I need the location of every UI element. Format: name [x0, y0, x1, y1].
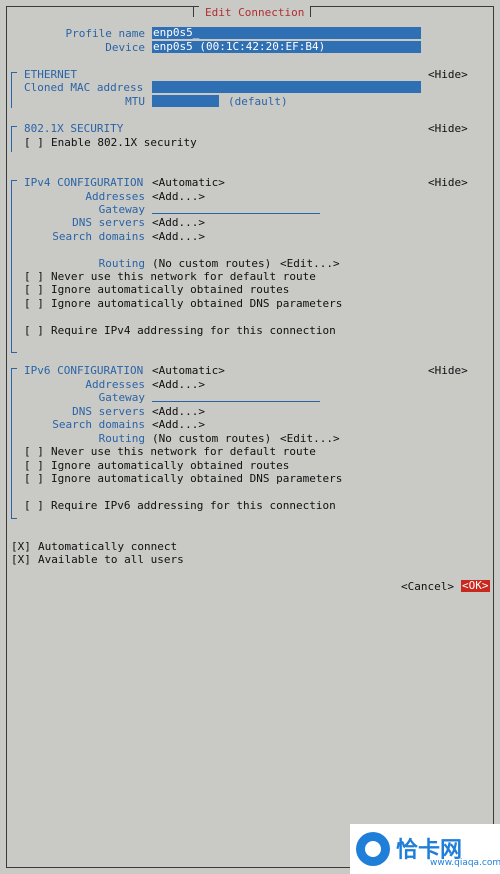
mtu-default-hint: (default) — [228, 95, 288, 108]
mtu-label: MTU — [125, 95, 145, 108]
ipv4-search-add-button[interactable]: <Add...> — [152, 230, 205, 243]
ipv6-ignore-dns-checkbox[interactable]: [ ] — [24, 472, 44, 485]
ipv4-addresses-label: Addresses — [85, 190, 145, 203]
device-input[interactable]: enp0s5 (00:1C:42:20:EF:B4) — [152, 41, 421, 53]
ipv6-ignore-routes-label: Ignore automatically obtained routes — [51, 459, 290, 472]
all-users-checkbox[interactable]: [X] — [11, 553, 31, 566]
ipv6-ignore-routes-checkbox[interactable]: [ ] — [24, 459, 44, 472]
ipv4-ignore-dns-checkbox[interactable]: [ ] — [24, 297, 44, 310]
ethernet-heading: ETHERNET — [24, 68, 77, 81]
ipv4-gateway-input[interactable] — [152, 213, 320, 214]
ipv4-ignore-routes-label: Ignore automatically obtained routes — [51, 283, 290, 296]
ipv4-search-label: Search domains — [52, 230, 145, 243]
ipv4-bracket-bottom — [11, 352, 17, 353]
auto-connect-checkbox[interactable]: [X] — [11, 540, 31, 553]
ipv6-require-checkbox[interactable]: [ ] — [24, 499, 44, 512]
ipv4-gateway-label: Gateway — [98, 203, 145, 216]
watermark-logo-icon — [356, 832, 390, 866]
title-divider-left — [193, 7, 194, 17]
profile-name-input[interactable]: enp0s5_ — [152, 27, 421, 39]
ipv4-never-default-label: Never use this network for default route — [51, 270, 316, 283]
cloned-mac-label: Cloned MAC address — [24, 81, 144, 94]
ipv6-mode-select[interactable]: <Automatic> — [152, 364, 225, 377]
ipv6-routing-label: Routing — [98, 432, 145, 445]
ipv4-ignore-routes-checkbox[interactable]: [ ] — [24, 283, 44, 296]
ipv6-require-label: Require IPv6 addressing for this connect… — [51, 499, 336, 512]
ipv4-dns-label: DNS servers — [72, 216, 145, 229]
ipv6-routing-edit-button[interactable]: <Edit...> — [280, 432, 340, 445]
profile-name-label: Profile name — [65, 27, 145, 40]
ipv4-ignore-dns-label: Ignore automatically obtained DNS parame… — [51, 297, 343, 310]
ipv4-never-default-checkbox[interactable]: [ ] — [24, 270, 44, 283]
ipv6-ignore-dns-label: Ignore automatically obtained DNS parame… — [51, 472, 343, 485]
ethernet-hide-button[interactable]: <Hide> — [428, 68, 468, 81]
ipv6-hide-button[interactable]: <Hide> — [428, 364, 468, 377]
device-label: Device — [105, 41, 145, 54]
ipv4-mode-select[interactable]: <Automatic> — [152, 176, 225, 189]
ipv4-require-label: Require IPv4 addressing for this connect… — [51, 324, 336, 337]
mtu-input[interactable] — [152, 95, 219, 107]
cancel-button[interactable]: <Cancel> — [401, 580, 454, 593]
ipv6-search-add-button[interactable]: <Add...> — [152, 418, 205, 431]
ipv4-addresses-add-button[interactable]: <Add...> — [152, 190, 205, 203]
title-divider-right — [310, 7, 311, 17]
watermark: 恰卡网 www.qiaqa.com — [350, 824, 500, 874]
dialog-title: Edit Connection — [199, 6, 311, 20]
security-heading: 802.1X SECURITY — [24, 122, 124, 135]
ok-button[interactable]: <OK> — [461, 580, 490, 592]
ipv6-search-label: Search domains — [52, 418, 145, 431]
ipv6-dns-add-button[interactable]: <Add...> — [152, 405, 205, 418]
ipv4-dns-add-button[interactable]: <Add...> — [152, 216, 205, 229]
ipv6-gateway-label: Gateway — [98, 391, 145, 404]
ipv6-routing-value: (No custom routes) — [152, 432, 272, 445]
ipv6-addresses-label: Addresses — [85, 378, 145, 391]
ipv6-gateway-input[interactable] — [152, 401, 320, 402]
security-hide-button[interactable]: <Hide> — [428, 122, 468, 135]
watermark-url: www.qiaqa.com — [430, 858, 500, 868]
ipv6-heading: IPv6 CONFIGURATION — [24, 364, 144, 377]
enable-8021x-checkbox[interactable]: [ ] — [24, 136, 44, 149]
enable-8021x-label: Enable 802.1X security — [51, 136, 197, 149]
ipv6-bracket-bottom — [11, 518, 17, 519]
ipv6-dns-label: DNS servers — [72, 405, 145, 418]
ipv4-hide-button[interactable]: <Hide> — [428, 176, 468, 189]
ipv4-heading: IPv4 CONFIGURATION — [24, 176, 144, 189]
auto-connect-label: Automatically connect — [38, 540, 178, 553]
ipv4-routing-label: Routing — [98, 257, 145, 270]
ipv6-never-default-label: Never use this network for default route — [51, 445, 316, 458]
cloned-mac-input[interactable] — [152, 81, 421, 93]
ipv6-addresses-add-button[interactable]: <Add...> — [152, 378, 205, 391]
security-bracket — [11, 126, 12, 152]
ipv6-never-default-checkbox[interactable]: [ ] — [24, 445, 44, 458]
all-users-label: Available to all users — [38, 553, 184, 566]
ipv4-routing-edit-button[interactable]: <Edit...> — [280, 257, 340, 270]
ipv4-routing-value: (No custom routes) — [152, 257, 272, 270]
ipv4-require-checkbox[interactable]: [ ] — [24, 324, 44, 337]
